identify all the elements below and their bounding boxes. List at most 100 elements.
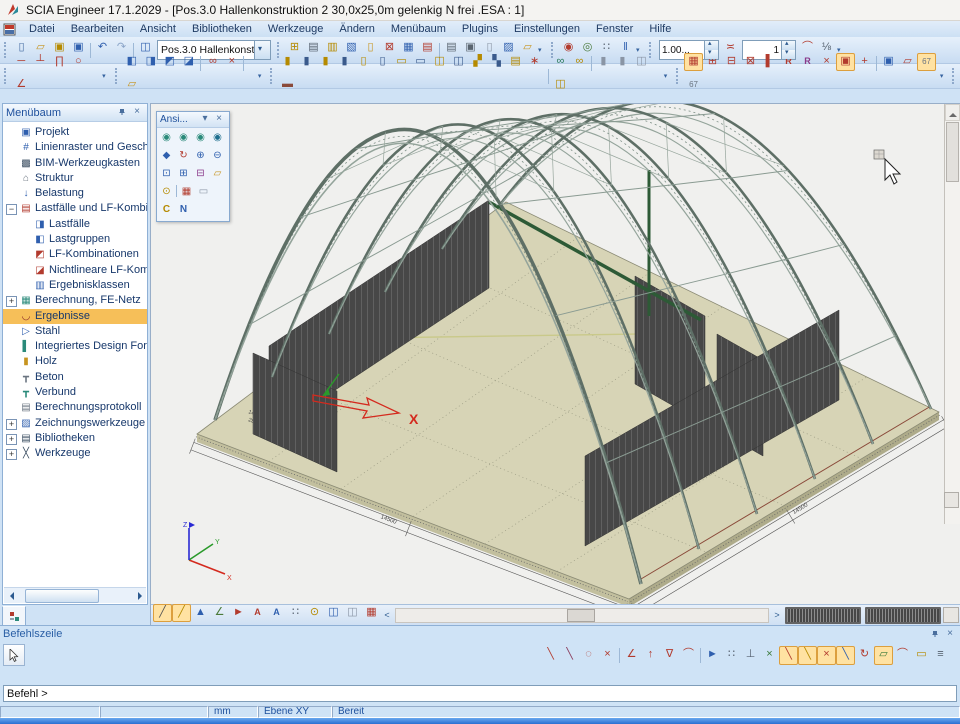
results-support-icon[interactable]: ⊠ <box>741 53 760 71</box>
snap-tangent-icon[interactable]: ↻ <box>855 646 874 665</box>
pin-icon[interactable] <box>929 628 943 641</box>
scroll-up-icon[interactable] <box>945 104 960 121</box>
cut-icon[interactable]: × <box>222 53 241 71</box>
member-1d-icon[interactable]: ▮ <box>278 53 297 71</box>
scroll-thumb[interactable] <box>567 609 595 622</box>
spinner-arrows-icon[interactable] <box>781 41 795 59</box>
axonometric-view-icon[interactable]: ◆ <box>158 148 175 165</box>
view-manager-icon[interactable]: ▱ <box>209 166 226 183</box>
angle-tool-icon[interactable]: ∠ <box>12 76 31 94</box>
truss-icon[interactable]: ▞ <box>468 53 487 71</box>
grid-snap-icon[interactable]: × <box>760 646 779 665</box>
zoom-control[interactable] <box>865 607 941 624</box>
beam-icon[interactable]: ▮ <box>335 53 354 71</box>
member-2d-icon[interactable]: ▮ <box>297 53 316 71</box>
document-menu-icon[interactable] <box>3 23 17 36</box>
toolbar-grip[interactable] <box>270 68 275 84</box>
wireframe-toggle-icon[interactable]: ╱ <box>153 604 172 622</box>
snap-line-icon[interactable]: ╲ <box>541 646 560 665</box>
dim-line-icon[interactable]: ─ <box>12 53 31 71</box>
snap-delete-icon[interactable]: × <box>598 646 617 665</box>
loads-toggle-icon[interactable]: ∠ <box>210 604 229 622</box>
dim-perpendicular-icon[interactable]: ┴ <box>31 53 50 71</box>
menu-bibliotheken[interactable]: Bibliotheken <box>184 23 260 35</box>
clip-plane-icon[interactable]: ▭ <box>195 184 212 201</box>
close-icon[interactable]: × <box>212 113 226 126</box>
snap-ruler-icon[interactable]: ▭ <box>912 646 931 665</box>
menu-einstellungen[interactable]: Einstellungen <box>506 23 588 35</box>
tree-item-lf-kombinationen[interactable]: ◩LF-Kombinationen <box>3 247 147 262</box>
tree-item-bibliotheken[interactable]: +▤Bibliotheken <box>3 431 147 446</box>
shell-icon[interactable]: ◫ <box>449 53 468 71</box>
zoom-in-icon[interactable]: ⊕ <box>192 148 209 165</box>
snap-line2-icon[interactable]: ╲ <box>560 646 579 665</box>
results-crosshair-icon[interactable]: + <box>855 53 874 71</box>
snap-direction-icon[interactable]: ↑ <box>641 646 660 665</box>
expand-icon[interactable]: + <box>6 449 17 460</box>
tree-item-lastfälle[interactable]: ◨Lastfälle <box>3 217 147 232</box>
cursor-mode-button[interactable] <box>3 644 25 666</box>
rendered-toggle-icon[interactable]: ╱ <box>172 604 191 622</box>
menu-plugins[interactable]: Plugins <box>454 23 506 35</box>
copy-icon[interactable]: ◧ <box>122 53 141 71</box>
toolbar-grip[interactable] <box>4 42 9 58</box>
snap-midpoint-icon[interactable]: ╲ <box>798 646 817 665</box>
snap-arc-icon[interactable]: ⌒ <box>679 646 698 665</box>
menu-bearbeiten[interactable]: Bearbeiten <box>63 23 132 35</box>
visibility-glasses-icon[interactable]: ∞ <box>551 53 570 71</box>
results-on-member-icon[interactable]: ▦ <box>684 53 703 71</box>
status-cell-mm[interactable]: mm <box>208 706 258 718</box>
regen-all-icon[interactable]: ◫ <box>343 604 362 622</box>
grid-member-icon[interactable]: ▤ <box>506 53 525 71</box>
coords-info-icon[interactable]: C <box>158 202 175 219</box>
close-icon[interactable]: × <box>130 106 144 119</box>
dot-grid-icon[interactable]: ∷ <box>722 646 741 665</box>
zoom-all-icon[interactable]: ⊞ <box>175 166 192 183</box>
scroll-right-icon[interactable] <box>133 589 146 602</box>
scroll-thumb[interactable] <box>25 589 99 603</box>
clip-box-icon[interactable]: ▦ <box>178 184 195 201</box>
column-icon[interactable]: ▮ <box>316 53 335 71</box>
tree-item-stahl[interactable]: ▷Stahl <box>3 324 147 339</box>
collapse-toolbar-icon[interactable]: < <box>381 610 393 620</box>
toolbar-grip[interactable] <box>952 68 957 84</box>
section-toggle-on-icon[interactable]: 67 <box>917 53 936 71</box>
view-back-icon[interactable]: ◉ <box>175 130 192 147</box>
scroll-track[interactable] <box>17 589 133 602</box>
results-rotation-icon[interactable]: R <box>798 53 817 71</box>
expand-icon[interactable]: + <box>6 419 17 430</box>
rib-icon[interactable]: ▯ <box>354 53 373 71</box>
status-cell-ebene-xy[interactable]: Ebene XY <box>258 706 332 718</box>
eraser-icon[interactable]: ▬ <box>278 76 297 94</box>
open-picture-icon[interactable]: ▱ <box>898 53 917 71</box>
snap-list-icon[interactable]: ≡ <box>931 646 950 665</box>
tree-item-werkzeuge[interactable]: +╳Werkzeuge <box>3 446 147 461</box>
menu-menübaum[interactable]: Menübaum <box>383 23 454 35</box>
paste-small-icon[interactable]: ▮ <box>613 53 632 71</box>
snap-polygon-icon[interactable]: ▱ <box>874 646 893 665</box>
combobox-dropdown-icon[interactable] <box>254 41 270 59</box>
tree-item-berechnungsprotokoll[interactable]: ▤Berechnungsprotokoll <box>3 400 147 415</box>
3d-viewport[interactable]: 145001450014502800XXYZ Ansi... ▾ × ◉◉◉◉◆… <box>150 103 960 625</box>
snap-curve-icon[interactable]: ⌒ <box>893 646 912 665</box>
member-labels-icon[interactable]: A <box>248 604 267 622</box>
labels-toggle-icon[interactable]: ► <box>229 604 248 622</box>
line-grid-icon[interactable]: ⊥ <box>741 646 760 665</box>
tree-item-nichtlineare-lf-komb[interactable]: ◪Nichtlineare LF-Komb <box>3 263 147 278</box>
zoom-window-icon[interactable]: ⊡ <box>158 166 175 183</box>
node-labels-icon[interactable]: A <box>267 604 286 622</box>
snap-endpoint-icon[interactable]: ╲ <box>779 646 798 665</box>
opening-icon[interactable]: ◫ <box>430 53 449 71</box>
tree-item-struktur[interactable]: ⌂Struktur <box>3 171 147 186</box>
tree-item-belastung[interactable]: ↓Belastung <box>3 186 147 201</box>
tree-item-lastfälle-und-lf-kombin[interactable]: −▤Lastfälle und LF-Kombin <box>3 201 147 216</box>
tree-item-lastgruppen[interactable]: ◧Lastgruppen <box>3 232 147 247</box>
light-toggle-icon[interactable]: ⊙ <box>158 184 175 201</box>
zoom-out-icon[interactable]: ⊖ <box>209 148 226 165</box>
dim-shape-icon[interactable]: ∏ <box>50 53 69 71</box>
toolbar-overflow-icon[interactable] <box>635 42 645 58</box>
toolbar-grip[interactable] <box>676 68 681 84</box>
tree-item-beton[interactable]: ┳Beton <box>3 370 147 385</box>
mesh-toggle-icon[interactable]: ∷ <box>286 604 305 622</box>
toolbar-overflow-icon[interactable] <box>257 68 266 84</box>
